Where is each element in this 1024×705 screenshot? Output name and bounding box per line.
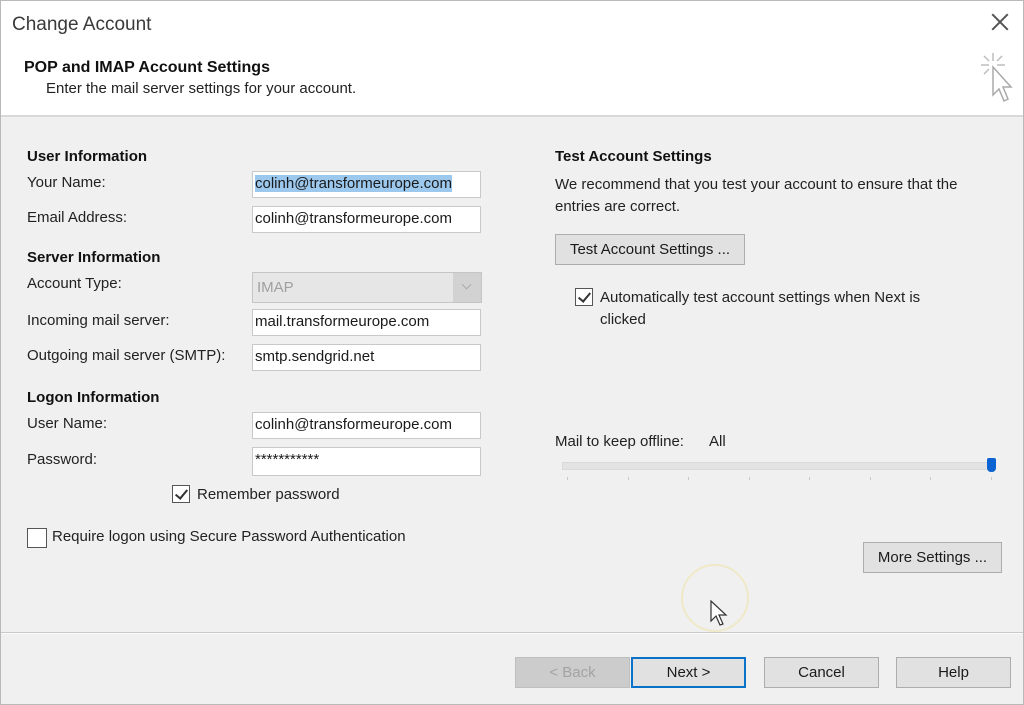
cursor-click-icon	[981, 53, 1013, 103]
auto-test-label: Automatically test account settings when…	[600, 289, 921, 328]
page-subtitle: Enter the mail server settings for your …	[46, 80, 357, 97]
user-information-heading: User Information	[27, 148, 148, 165]
server-information-heading: Server Information	[27, 249, 161, 266]
dialog-header: Change Account POP and IMAP Account Sett…	[1, 1, 1023, 117]
footer-separator	[1, 632, 1023, 634]
mouse-cursor-icon	[710, 600, 728, 626]
mail-offline-slider-thumb[interactable]	[987, 458, 996, 472]
account-type-label: Account Type:	[27, 275, 122, 292]
test-settings-heading: Test Account Settings	[555, 148, 712, 165]
chevron-down-icon	[453, 273, 481, 302]
your-name-input[interactable]: colinh@transformeurope.com	[252, 171, 481, 198]
incoming-server-input[interactable]: mail.transformeurope.com	[252, 309, 481, 336]
incoming-server-label: Incoming mail server:	[27, 312, 170, 329]
more-settings-button[interactable]: More Settings ...	[863, 542, 1002, 573]
slider-tick	[869, 477, 871, 480]
slider-tick	[930, 477, 932, 480]
mail-offline-slider-track[interactable]	[562, 462, 994, 470]
test-settings-description: We recommend that you test your account …	[555, 176, 958, 215]
outgoing-server-label: Outgoing mail server (SMTP):	[27, 347, 226, 364]
window-title: Change Account	[12, 14, 152, 35]
slider-tick	[567, 477, 568, 480]
account-type-select: IMAP	[252, 272, 482, 303]
logon-information-heading: Logon Information	[27, 389, 160, 406]
slider-tick	[627, 477, 629, 480]
remember-password-label: Remember password	[197, 486, 340, 503]
auto-test-checkbox[interactable]	[575, 288, 593, 306]
change-account-dialog: Change Account POP and IMAP Account Sett…	[0, 0, 1024, 705]
close-x-icon[interactable]	[989, 11, 1011, 33]
slider-tick	[688, 477, 690, 480]
cancel-button[interactable]: Cancel	[764, 657, 879, 688]
page-title: POP and IMAP Account Settings	[24, 59, 270, 76]
outgoing-server-input[interactable]: smtp.sendgrid.net	[252, 344, 481, 371]
require-spa-checkbox[interactable]	[27, 528, 47, 548]
next-button[interactable]: Next >	[631, 657, 746, 688]
user-name-label: User Name:	[27, 415, 108, 432]
account-type-value: IMAP	[257, 279, 294, 296]
slider-tick	[748, 477, 750, 480]
your-name-label: Your Name:	[27, 174, 106, 191]
mail-offline-label: Mail to keep offline:	[555, 433, 684, 450]
help-button[interactable]: Help	[896, 657, 1011, 688]
back-button[interactable]: < Back	[515, 657, 630, 688]
user-name-input[interactable]: colinh@transformeurope.com	[252, 412, 481, 439]
email-address-input[interactable]: colinh@transformeurope.com	[252, 206, 481, 233]
email-address-label: Email Address:	[27, 209, 128, 226]
slider-tick	[809, 477, 811, 480]
password-input[interactable]: ***********	[252, 447, 481, 476]
mail-offline-value: All	[709, 433, 726, 450]
remember-password-checkbox[interactable]	[172, 485, 190, 503]
your-name-value: colinh@transformeurope.com	[255, 175, 452, 192]
password-label: Password:	[27, 451, 98, 468]
slider-tick	[991, 477, 992, 480]
test-account-settings-button[interactable]: Test Account Settings ...	[555, 234, 745, 265]
require-spa-label: Require logon using Secure Password Auth…	[52, 528, 406, 545]
